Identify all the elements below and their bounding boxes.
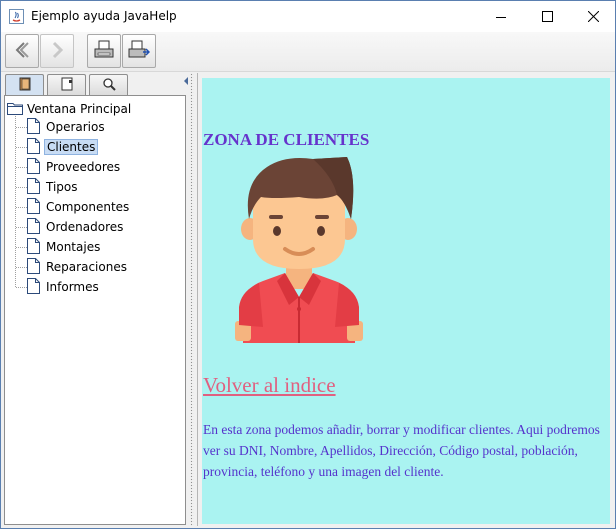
maximize-icon <box>541 11 553 22</box>
document-icon <box>27 277 40 297</box>
help-page: ZONA DE CLIENTES Volver al indice En est… <box>202 78 610 524</box>
minimize-button[interactable] <box>478 1 524 32</box>
tree-item-proveedores[interactable]: Proveedores <box>27 157 122 177</box>
print-icon <box>93 39 115 64</box>
window-title: Ejemplo ayuda JavaHelp <box>31 9 177 23</box>
forward-arrow-icon <box>48 40 66 63</box>
folder-icon <box>7 101 23 118</box>
tree-item-tipos[interactable]: Tipos <box>27 177 80 197</box>
tree-item-label: Componentes <box>46 200 130 214</box>
print-button[interactable] <box>87 34 121 68</box>
content-pane: ZONA DE CLIENTES Volver al indice En est… <box>197 73 614 526</box>
navigator-tabs <box>4 74 188 96</box>
document-icon <box>27 157 40 177</box>
pane-splitter[interactable] <box>188 73 196 526</box>
minimize-icon <box>496 12 506 22</box>
page-setup-icon <box>128 39 151 64</box>
page-description: En esta zona podemos añadir, borrar y mo… <box>203 422 600 479</box>
tree-item-label: Proveedores <box>46 160 121 174</box>
tree-item-label: Tipos <box>46 180 78 194</box>
forward-button[interactable] <box>40 34 74 68</box>
tree-item-label: Reparaciones <box>46 260 127 274</box>
tree-item-informes[interactable]: Informes <box>27 277 101 297</box>
document-icon <box>27 257 40 277</box>
tree-root-node[interactable]: Ventana Principal <box>7 100 131 118</box>
title-bar[interactable]: Ejemplo ayuda JavaHelp <box>1 1 615 32</box>
client-avatar-icon <box>233 157 365 347</box>
java-app-icon <box>9 9 24 24</box>
toolbar <box>1 32 615 72</box>
tree-item-label: Informes <box>46 280 99 294</box>
tree-item-reparaciones[interactable]: Reparaciones <box>27 257 129 277</box>
document-icon <box>27 117 40 137</box>
index-book-icon <box>60 77 74 94</box>
maximize-button[interactable] <box>524 1 570 32</box>
app-window: Ejemplo ayuda JavaHelp Ventana Principal… <box>0 0 616 529</box>
back-button[interactable] <box>5 34 39 68</box>
back-arrow-icon <box>13 40 31 63</box>
search-magnifier-icon <box>102 77 116 94</box>
book-contents-icon <box>18 77 32 94</box>
tree-item-label: Ordenadores <box>46 220 124 234</box>
document-icon <box>27 137 40 157</box>
document-icon <box>27 237 40 257</box>
document-icon <box>27 177 40 197</box>
contents-tree[interactable]: Ventana Principal Operarios Clientes Pro… <box>4 95 186 525</box>
tree-item-componentes[interactable]: Componentes <box>27 197 131 217</box>
splitter-grip <box>190 73 194 526</box>
document-icon <box>27 197 40 217</box>
close-button[interactable] <box>570 1 615 32</box>
tree-item-montajes[interactable]: Montajes <box>27 237 102 257</box>
page-title: ZONA DE CLIENTES <box>203 130 370 149</box>
tab-index[interactable] <box>47 74 86 95</box>
tree-item-label: Montajes <box>46 240 101 254</box>
tab-search[interactable] <box>89 74 128 95</box>
navigator-pane: Ventana Principal Operarios Clientes Pro… <box>2 73 188 526</box>
tree-item-label: Clientes <box>44 139 99 155</box>
page-setup-button[interactable] <box>122 34 156 68</box>
tree-item-ordenadores[interactable]: Ordenadores <box>27 217 125 237</box>
tab-contents[interactable] <box>5 74 44 96</box>
tree-root-label: Ventana Principal <box>27 102 132 116</box>
back-to-index-link[interactable]: Volver al indice <box>203 373 336 398</box>
close-icon <box>587 11 599 22</box>
tree-item-label: Operarios <box>46 120 105 134</box>
document-icon <box>27 217 40 237</box>
tree-item-operarios[interactable]: Operarios <box>27 117 107 137</box>
tree-item-clientes[interactable]: Clientes <box>27 137 99 157</box>
